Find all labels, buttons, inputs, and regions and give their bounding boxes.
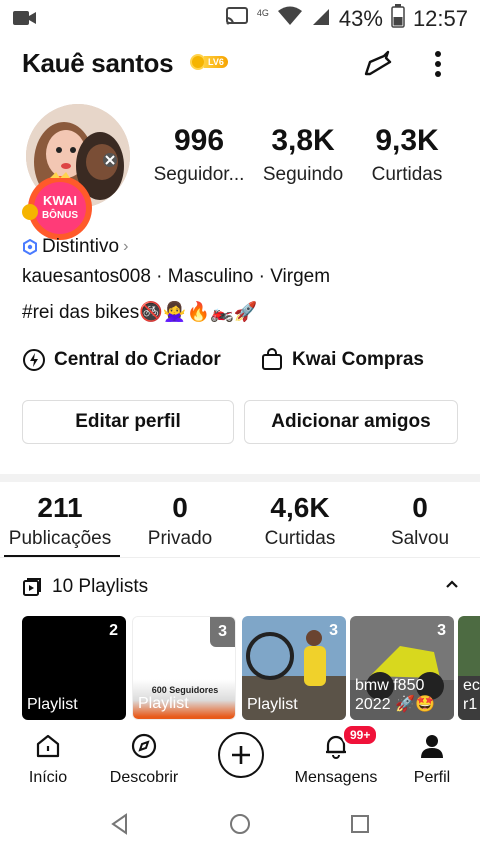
tab-label: Publicações: [8, 528, 112, 549]
nav-home-label: Início: [28, 769, 68, 786]
chevron-right-icon: ›: [123, 238, 129, 255]
level-badge[interactable]: LV6: [190, 54, 228, 70]
network-type: 4G: [256, 7, 269, 18]
stat-followers[interactable]: 996 Seguidor...: [144, 124, 254, 186]
playlist-card[interactable]: 3 Playlist: [242, 616, 346, 720]
more-vertical-icon: [435, 51, 441, 77]
compass-icon: [131, 733, 157, 759]
tab-likes[interactable]: 4,6K Curtidas: [240, 492, 360, 550]
messages-badge: 99+: [342, 724, 379, 746]
home-circle-icon[interactable]: [228, 812, 252, 836]
stat-value: 9,3K: [375, 124, 439, 157]
video-camera-icon: [12, 8, 38, 33]
playlist-title: Playlist: [138, 695, 189, 712]
person-icon: [421, 735, 443, 758]
playlist-count: 3: [210, 617, 235, 647]
tab-value: 0: [412, 492, 428, 523]
playlist-title: ec r1: [463, 677, 480, 713]
section-divider: [0, 474, 480, 482]
recent-apps-icon[interactable]: [348, 812, 372, 836]
back-icon[interactable]: [108, 812, 132, 836]
chevron-up-icon[interactable]: [442, 574, 462, 594]
nav-home[interactable]: Início: [24, 732, 72, 787]
distintivo-label: Distintivo: [42, 236, 120, 257]
nav-discover-label: Descobrir: [109, 769, 179, 786]
add-friends-button[interactable]: Adicionar amigos: [244, 400, 458, 444]
playlist-count: 2: [109, 622, 118, 639]
kwai-shop-label: Kwai Compras: [292, 349, 424, 370]
nav-profile-label: Perfil: [413, 769, 451, 786]
stat-value: 996: [173, 124, 225, 157]
cast-icon: [225, 6, 249, 31]
home-icon: [36, 734, 60, 758]
tab-label: Privado: [147, 528, 213, 549]
bonus-line2: BÔNUS: [42, 208, 78, 221]
stat-label: Seguindo: [262, 164, 344, 185]
tab-value: 211: [37, 492, 83, 523]
playlist-count: 3: [329, 622, 338, 639]
playlist-title: Playlist: [27, 696, 78, 713]
distintivo-icon: [23, 239, 37, 255]
profile-bio: #rei das bikes🚳🙅‍♀️🔥🏍️🚀: [22, 302, 258, 323]
creator-center-link[interactable]: Central do Criador: [22, 348, 221, 372]
creator-center-label: Central do Criador: [54, 349, 221, 370]
profile-header: Kauê santos LV6: [0, 44, 480, 88]
create-button[interactable]: [218, 732, 264, 778]
playlist-count: 3: [437, 622, 446, 639]
tab-publications[interactable]: 211 Publicações: [0, 492, 120, 550]
playlist-card[interactable]: 3 bmw f850 2022 🚀🤩: [350, 616, 454, 720]
playlist-card[interactable]: ec r1: [458, 616, 480, 720]
playlist-card[interactable]: 2 Playlist: [22, 616, 126, 720]
clock: 12:57: [412, 5, 468, 31]
profile-name: Kauê santos: [22, 48, 174, 78]
tab-value: 0: [172, 492, 188, 523]
nav-messages-label: Mensagens: [294, 769, 378, 786]
plus-icon: [232, 746, 250, 764]
share-button[interactable]: [360, 46, 396, 82]
more-options-button[interactable]: [424, 46, 452, 82]
nav-discover[interactable]: Descobrir: [104, 732, 184, 787]
profile-meta: kauesantos008 · Masculino · Virgem: [22, 266, 331, 287]
content-tabs: 211 Publicações 0 Privado 4,6K Curtidas …: [0, 492, 480, 558]
profile-links: Central do Criador Kwai Compras: [22, 346, 462, 378]
wifi-icon: [277, 6, 303, 31]
level-label: LV6: [204, 56, 228, 68]
status-bar: 4G 43% 12:57: [0, 0, 480, 36]
playlist-title: bmw f850 2022 🚀🤩: [355, 677, 435, 713]
playlists-header[interactable]: 10 Playlists: [22, 574, 462, 600]
battery-percent: 43%: [338, 5, 383, 31]
playlist-card[interactable]: 3 600 Seguidores Playlist: [132, 616, 236, 720]
kwai-shop-link[interactable]: Kwai Compras: [260, 348, 424, 372]
distintivo-link[interactable]: Distintivo ›: [22, 236, 128, 258]
nav-profile[interactable]: Perfil: [408, 732, 456, 787]
system-nav-bar: [0, 796, 480, 854]
share-icon: [364, 50, 392, 76]
stat-likes[interactable]: 9,3K Curtidas: [352, 124, 462, 186]
stat-label: Curtidas: [371, 164, 443, 185]
tab-label: Salvou: [390, 528, 450, 549]
tab-value: 4,6K: [270, 492, 330, 523]
tabs-divider: [0, 557, 480, 558]
playlists-title: 10 Playlists: [52, 576, 149, 597]
stat-label: Seguidor...: [153, 164, 245, 185]
edit-profile-button[interactable]: Editar perfil: [22, 400, 234, 444]
tab-label: Curtidas: [264, 528, 336, 549]
tab-saved[interactable]: 0 Salvou: [360, 492, 480, 550]
playlist-row: 2 Playlist 3 600 Seguidores Playlist 3 P…: [22, 616, 480, 720]
kwai-bonus-badge[interactable]: KWAI BÔNUS: [20, 172, 98, 242]
bonus-line1: KWAI: [43, 193, 77, 208]
battery-icon: [391, 4, 405, 33]
playlist-title: Playlist: [247, 696, 298, 713]
tab-private[interactable]: 0 Privado: [120, 492, 240, 550]
playlist-icon: [23, 578, 41, 596]
stat-value: 3,8K: [271, 124, 335, 157]
lightning-icon: [23, 349, 45, 371]
stat-following[interactable]: 3,8K Seguindo: [248, 124, 358, 186]
profile-stats: 996 Seguidor... 3,8K Seguindo 9,3K Curti…: [140, 124, 470, 194]
signal-icon: [311, 6, 331, 31]
shopping-bag-icon: [262, 348, 282, 370]
